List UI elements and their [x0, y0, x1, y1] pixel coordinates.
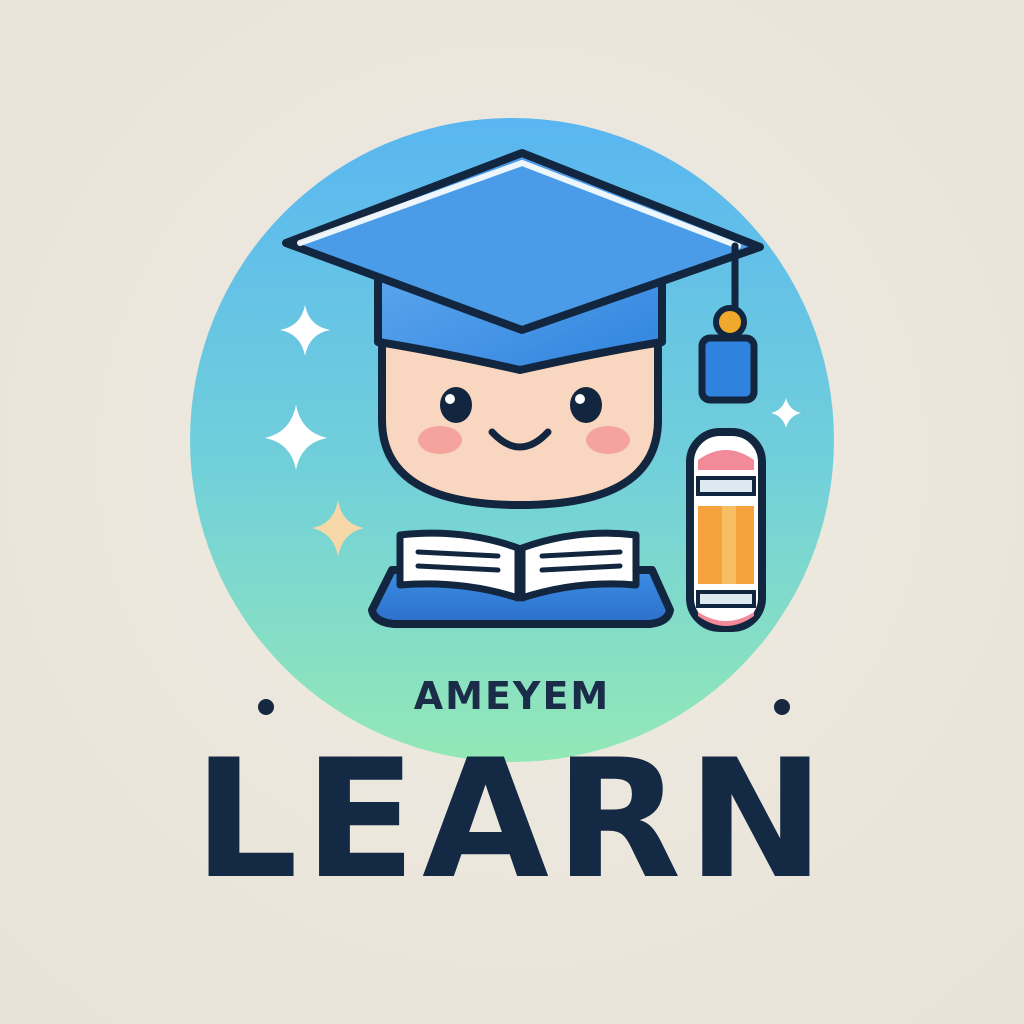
- open-book-icon: [368, 529, 674, 628]
- decorative-dot-left: [258, 699, 274, 715]
- brand-title: LEARN: [193, 724, 831, 915]
- decorative-dot-right: [774, 699, 790, 715]
- pencil-icon: [686, 428, 766, 632]
- brand-subtitle: AMEYEM: [413, 674, 611, 718]
- logo-canvas: AMEYEM LEARN: [0, 0, 1024, 1024]
